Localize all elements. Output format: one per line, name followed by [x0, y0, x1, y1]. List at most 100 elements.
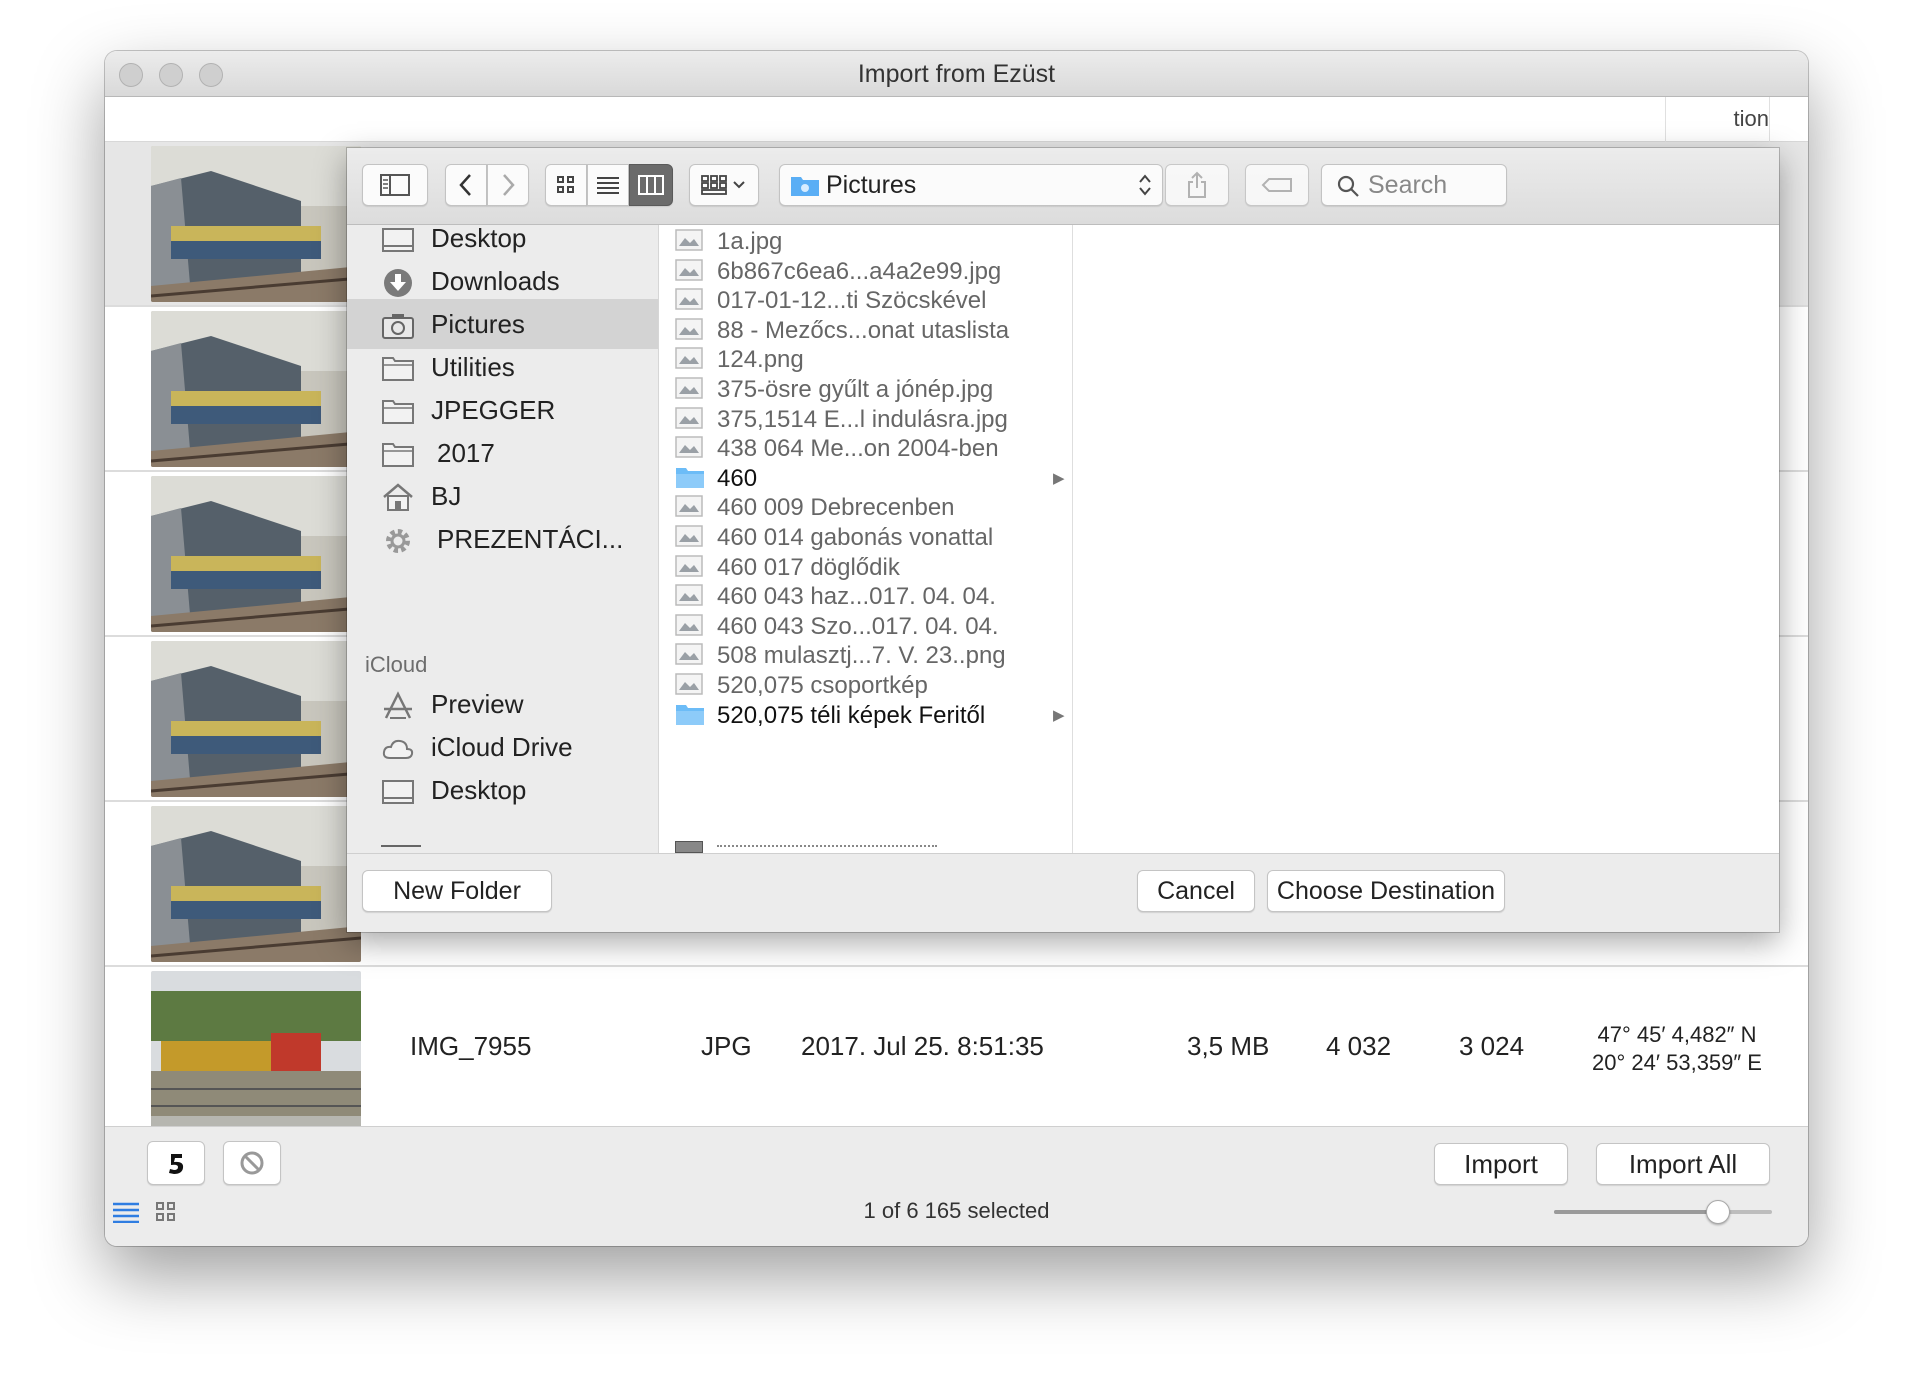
image-file-icon [675, 554, 703, 577]
icloud-section-header: iCloud [365, 652, 428, 677]
share-button[interactable] [1165, 164, 1229, 206]
folder-icon [382, 357, 414, 381]
cutoff-file-name [717, 845, 937, 853]
sidebar-item-label: Desktop [431, 775, 527, 805]
photo-thumbnail [151, 641, 361, 797]
sheet-footer: New Folder Cancel Choose Destination [347, 853, 1779, 932]
search-placeholder: Search [1368, 171, 1448, 199]
image-file-icon [675, 288, 703, 310]
sidebar-item-label: Pictures [431, 309, 525, 339]
grid-icon [557, 176, 574, 193]
share-icon [1188, 171, 1206, 198]
table-row[interactable]: IMG_7955 JPG 2017. Jul 25. 8:51:35 3,5 MB 4 … [105, 967, 1808, 1126]
sidebar-item-label: JPEGGER [431, 395, 556, 425]
delete-button[interactable] [223, 1141, 281, 1185]
file-name-cell: IMG_7955 [410, 1031, 532, 1061]
new-folder-button[interactable]: New Folder [362, 870, 552, 912]
arrange-grid-icon [701, 175, 745, 195]
sidebar-item-label: Utilities [431, 352, 515, 382]
import-footer: Import Import All 1 of 6 165 selected [105, 1126, 1808, 1246]
sidebar-item-prezentaci[interactable]: PREZENTÁCI... [347, 514, 658, 564]
latitude-cell: 47° 45′ 4,482″ N [1597, 1022, 1757, 1047]
zoom-window-button[interactable] [199, 63, 223, 87]
slider-fill [1554, 1210, 1718, 1214]
gear-icon [386, 529, 410, 553]
image-file-icon [675, 406, 703, 429]
camera-icon [382, 314, 414, 339]
image-file-icon [675, 377, 703, 399]
title-bar: Import from Ezüst [105, 51, 1808, 97]
cutoff-file-icon [675, 841, 703, 853]
cancel-button[interactable]: Cancel [1137, 870, 1255, 912]
image-file-icon [675, 347, 703, 370]
columns-icon [638, 175, 664, 195]
sidebar-item-label: BJ [431, 481, 462, 511]
image-file-icon [675, 318, 703, 340]
photo-thumbnail [151, 146, 361, 302]
list-view-button[interactable] [587, 164, 629, 206]
tag-icon [1261, 178, 1292, 192]
icon-view-button[interactable] [545, 164, 587, 206]
sidebar-toggle-button[interactable] [362, 164, 428, 206]
image-file-icon [675, 643, 703, 666]
sidebar-item-label: Downloads [431, 266, 560, 296]
chevron-left-icon [459, 174, 471, 196]
location-column-header[interactable]: tion [1665, 97, 1770, 142]
table-header: tion [105, 97, 1808, 142]
home-icon [383, 483, 413, 511]
close-window-button[interactable] [119, 63, 143, 87]
photo-thumbnail [151, 476, 361, 632]
preview-app-icon [384, 691, 412, 719]
minimize-window-button[interactable] [159, 63, 183, 87]
sidebar-item-label: PREZENTÁCI... [437, 524, 624, 554]
selection-status: 1 of 6 165 selected [863, 1198, 1050, 1223]
image-file-icon [675, 436, 703, 458]
updown-chevron-icon [1139, 174, 1151, 196]
import-button[interactable]: Import [1434, 1143, 1568, 1185]
thumbnail-size-slider[interactable] [1554, 1200, 1772, 1224]
forward-button[interactable] [487, 164, 529, 206]
choose-destination-button[interactable]: Choose Destination [1267, 870, 1505, 912]
file-type-cell: JPG [701, 1031, 752, 1061]
disclosure-arrow-icon: ▶ [1053, 469, 1065, 487]
pictures-folder-icon [791, 177, 819, 196]
image-file-icon [675, 673, 703, 695]
icloud-icon [382, 739, 414, 759]
import-all-button[interactable]: Import All [1596, 1143, 1770, 1185]
desktop-icon [382, 780, 414, 804]
image-file-icon [675, 614, 703, 636]
slider-knob[interactable] [1705, 1200, 1730, 1224]
sheet-toolbar: Pictures Search [347, 148, 1779, 225]
sidebar-item-label: Desktop [431, 225, 527, 253]
folder-icon [382, 400, 414, 424]
sidebar-item-label: iCloud Drive [431, 732, 573, 762]
photo-thumbnail [151, 311, 361, 467]
date-cell: 2017. Jul 25. 8:51:35 [801, 1031, 1044, 1061]
tag-button[interactable] [1245, 164, 1309, 206]
image-file-icon [675, 495, 703, 518]
photo-thumbnail [151, 971, 361, 1126]
destination-sheet: Pictures Search Desktop Downloads Pictures… [347, 148, 1779, 932]
column-view-button[interactable] [629, 164, 673, 206]
rotate-button[interactable] [147, 1141, 205, 1185]
sidebar-item-label: 2017 [437, 438, 495, 468]
arrange-menu-button[interactable] [689, 164, 759, 206]
downloads-icon [384, 269, 412, 297]
prohibit-icon [240, 1151, 264, 1175]
desktop-icon [382, 228, 414, 252]
folder-icon [382, 443, 414, 467]
height-cell: 3 024 [1459, 1031, 1525, 1061]
image-file-icon [675, 229, 703, 251]
location-popup[interactable]: Pictures [779, 164, 1163, 206]
search-icon [1337, 175, 1359, 197]
import-window: Import from Ezüst tion ,629″ N1,761″ E,6… [105, 51, 1808, 1246]
disclosure-arrow-icon: ▶ [1053, 706, 1065, 724]
search-field[interactable]: Search [1321, 164, 1507, 206]
folder-item[interactable]: 520,075 téli képek Feritől ▶ [659, 697, 1072, 733]
image-file-icon [675, 525, 703, 547]
folder-icon [676, 704, 704, 725]
list-icon [597, 177, 619, 194]
sidebar-item-icloud-desktop[interactable]: Desktop [347, 765, 658, 815]
photo-thumbnail [151, 806, 361, 962]
back-button[interactable] [445, 164, 487, 206]
